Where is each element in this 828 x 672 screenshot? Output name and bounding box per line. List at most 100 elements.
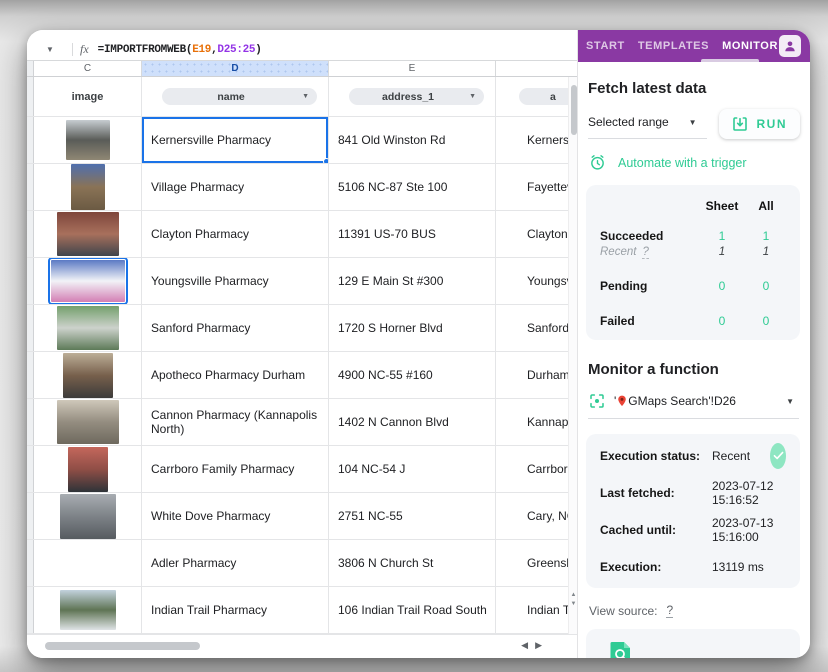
header-cell-address[interactable]: address_1 ▼	[329, 77, 496, 116]
address-cell[interactable]: 2751 NC-55	[329, 493, 496, 539]
vertical-scrollbar[interactable]: ▲▼	[568, 77, 577, 637]
city-cell[interactable]: Youngsvi	[496, 258, 577, 304]
address-cell[interactable]: 11391 US-70 BUS	[329, 211, 496, 257]
horizontal-scroll-arrows[interactable]: ◀▶	[521, 640, 549, 651]
row-gutter	[27, 352, 34, 398]
pharmacy-city: Clayton,	[527, 227, 571, 241]
address-cell[interactable]: 841 Old Winston Rd	[329, 117, 496, 163]
tab-monitor[interactable]: MONITOR	[722, 40, 778, 52]
pharmacy-city: Sanford,	[527, 321, 572, 335]
address-cell[interactable]: 1402 N Cannon Blvd	[329, 399, 496, 445]
row-gutter	[27, 77, 34, 116]
city-cell[interactable]: Clayton,	[496, 211, 577, 257]
image-cell[interactable]	[34, 117, 142, 163]
alarm-clock-icon	[589, 154, 606, 171]
table-row: Indian Trail Pharmacy 106 Indian Trail R…	[27, 587, 577, 634]
account-avatar[interactable]	[779, 35, 801, 57]
name-cell[interactable]: Cannon Pharmacy (Kannapolis North)	[142, 399, 329, 445]
pharmacy-address: 4900 NC-55 #160	[338, 368, 433, 382]
city-cell[interactable]: Durham,	[496, 352, 577, 398]
name-cell[interactable]: Indian Trail Pharmacy	[142, 587, 329, 633]
address-cell[interactable]: 104 NC-54 J	[329, 446, 496, 492]
name-cell[interactable]: White Dove Pharmacy	[142, 493, 329, 539]
name-cell[interactable]: Village Pharmacy	[142, 164, 329, 210]
image-cell[interactable]	[34, 305, 142, 351]
address-cell[interactable]: 5106 NC-87 Ste 100	[329, 164, 496, 210]
image-cell[interactable]	[34, 399, 142, 445]
column-header-c[interactable]: C	[34, 61, 142, 76]
horizontal-scrollbar[interactable]: ◀▶	[27, 634, 577, 658]
image-cell[interactable]	[34, 493, 142, 539]
stat-failed-sheet: 0	[700, 314, 744, 328]
address-chip-label: address_1	[349, 91, 467, 103]
execution-time-label: Execution:	[600, 560, 712, 574]
city-cell[interactable]: Cary, NC	[496, 493, 577, 539]
pharmacy-address: 1720 S Horner Blvd	[338, 321, 443, 335]
tab-templates[interactable]: TEMPLATES	[638, 40, 709, 52]
name-cell[interactable]: Sanford Pharmacy	[142, 305, 329, 351]
source-preview-card[interactable]	[586, 629, 800, 658]
column-header-f[interactable]	[496, 61, 577, 76]
range-select[interactable]: Selected range ▼	[588, 109, 707, 139]
city-cell[interactable]: Kernersv	[496, 117, 577, 163]
automate-trigger-link[interactable]: Automate with a trigger	[589, 154, 800, 171]
namebox-dropdown-icon[interactable]: ▼	[35, 45, 65, 54]
header-cell-city[interactable]: a	[496, 77, 577, 116]
function-select[interactable]: ' GMaps Search'!D26 ▼	[588, 391, 799, 419]
image-cell[interactable]	[34, 258, 142, 304]
stat-recent-sheet: 1	[700, 243, 744, 258]
column-header-e[interactable]: E	[329, 61, 496, 76]
image-header-label: image	[34, 91, 141, 103]
grid: image name ▼ address_1 ▼ a	[27, 77, 577, 634]
name-cell[interactable]: Apotheco Pharmacy Durham	[142, 352, 329, 398]
row-gutter	[27, 446, 34, 492]
column-header-d[interactable]: D	[142, 61, 329, 76]
address-cell[interactable]: 1720 S Horner Blvd	[329, 305, 496, 351]
formula-bar[interactable]: ▼ fx =IMPORTFROMWEB(E19,D25:25)	[27, 39, 577, 60]
address-cell[interactable]: 3806 N Church St	[329, 540, 496, 586]
city-cell[interactable]: Sanford,	[496, 305, 577, 351]
image-cell[interactable]	[34, 587, 142, 633]
name-cell[interactable]: Kernersville Pharmacy	[142, 117, 329, 163]
city-cell[interactable]: Kannapo	[496, 399, 577, 445]
table-row: Carrboro Family Pharmacy 104 NC-54 J Car…	[27, 446, 577, 493]
table-row: Clayton Pharmacy 11391 US-70 BUS Clayton…	[27, 211, 577, 258]
apotheco-storefront-photo	[63, 353, 113, 398]
horizontal-scrollbar-thumb[interactable]	[45, 642, 200, 650]
chevron-down-icon[interactable]: ▼	[689, 118, 697, 127]
header-cell-name[interactable]: name ▼	[142, 77, 329, 116]
address-cell[interactable]: 106 Indian Trail Road South	[329, 587, 496, 633]
address-cell[interactable]: 4900 NC-55 #160	[329, 352, 496, 398]
image-cell[interactable]	[34, 446, 142, 492]
city-cell[interactable]: Greensb	[496, 540, 577, 586]
name-cell[interactable]: Clayton Pharmacy	[142, 211, 329, 257]
city-cell[interactable]: Fayettev	[496, 164, 577, 210]
chevron-down-icon[interactable]: ▼	[302, 93, 309, 100]
table-row: Sanford Pharmacy 1720 S Horner Blvd Sanf…	[27, 305, 577, 352]
city-cell[interactable]: Indian Tr	[496, 587, 577, 633]
header-cell-image[interactable]: image	[34, 77, 142, 116]
name-cell[interactable]: Adler Pharmacy	[142, 540, 329, 586]
name-cell[interactable]: Carrboro Family Pharmacy	[142, 446, 329, 492]
table-row: Adler Pharmacy 3806 N Church St Greensb	[27, 540, 577, 587]
city-cell[interactable]: Carrboro	[496, 446, 577, 492]
cached-until-label: Cached until:	[600, 523, 712, 537]
tab-start[interactable]: START	[586, 40, 625, 52]
image-cell[interactable]	[34, 352, 142, 398]
vertical-scrollbar-thumb[interactable]	[571, 85, 577, 135]
image-cell[interactable]	[34, 164, 142, 210]
stat-pending-all: 0	[744, 279, 788, 293]
name-cell[interactable]: Youngsville Pharmacy	[142, 258, 329, 304]
chevron-down-icon[interactable]: ▼	[469, 93, 476, 100]
address-filter-chip[interactable]: address_1 ▼	[349, 88, 484, 105]
stat-recent-all: 1	[744, 243, 788, 258]
address-cell[interactable]: 129 E Main St #300	[329, 258, 496, 304]
formula-text[interactable]: =IMPORTFROMWEB(E19,D25:25)	[98, 44, 262, 56]
name-filter-chip[interactable]: name ▼	[162, 88, 317, 105]
image-cell[interactable]	[34, 211, 142, 257]
run-button[interactable]: RUN	[719, 109, 801, 139]
chevron-down-icon[interactable]: ▼	[786, 397, 794, 406]
view-source-help-icon[interactable]: ?	[666, 603, 673, 618]
image-cell[interactable]	[34, 540, 142, 586]
pharmacy-name: Kernersville Pharmacy	[151, 133, 271, 147]
